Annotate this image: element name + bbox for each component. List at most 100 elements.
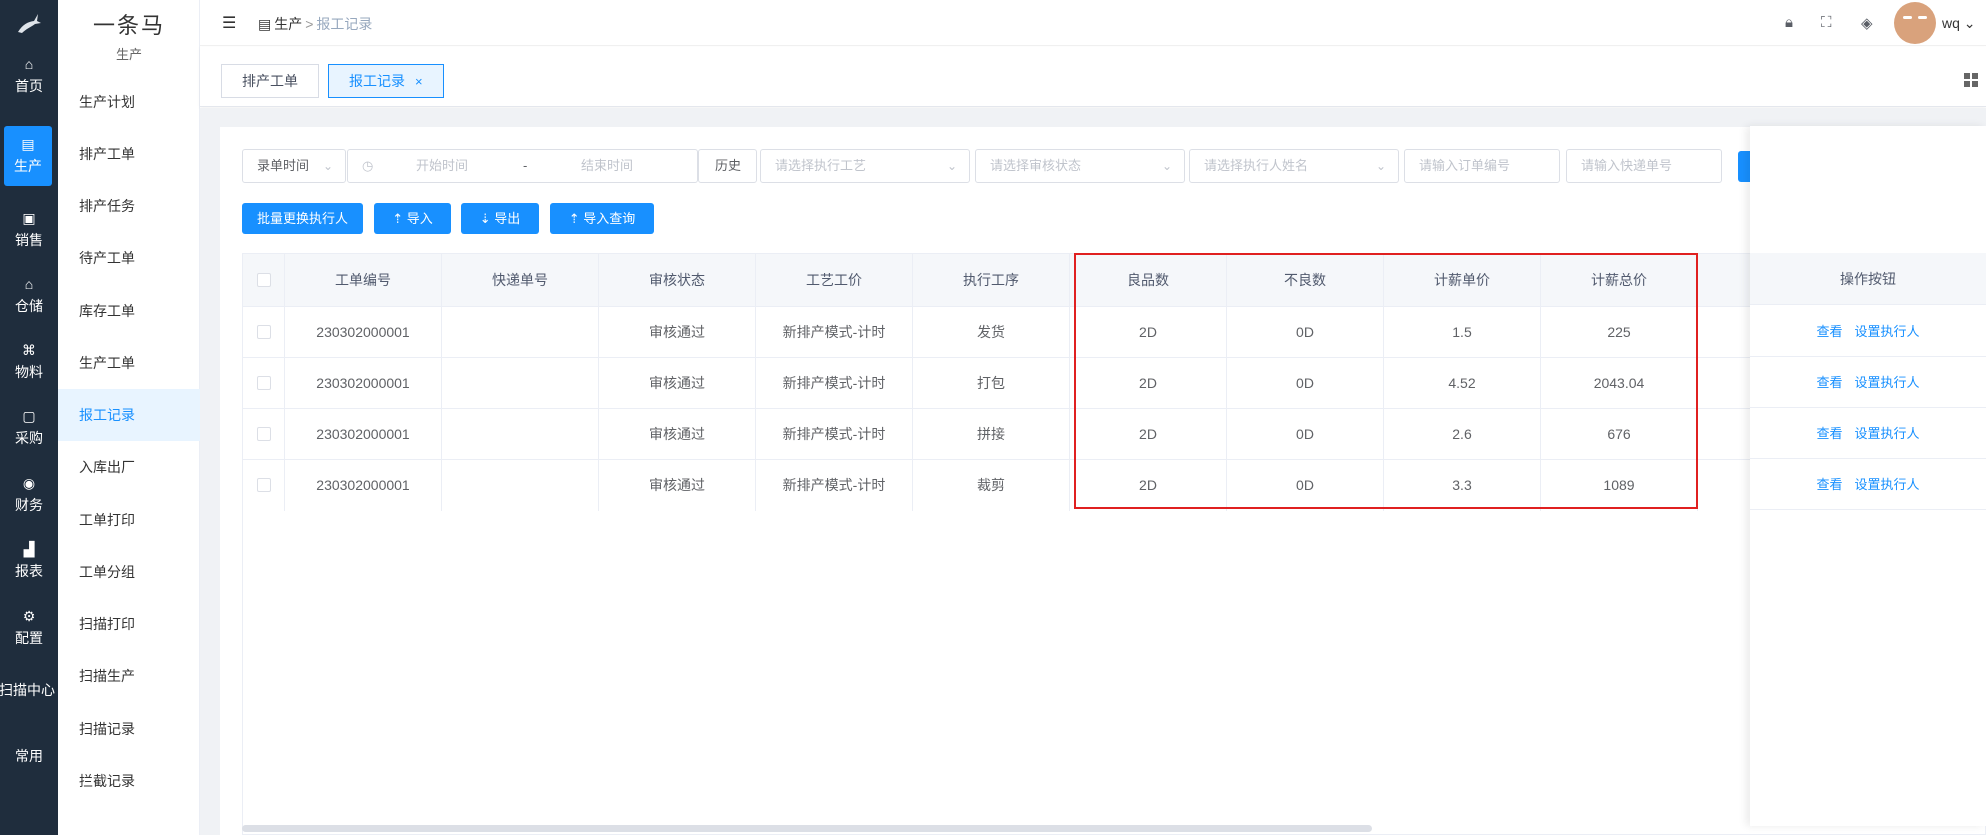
view-link[interactable]: 查看 (1816, 324, 1842, 339)
cell-defect-count: 0D (1227, 358, 1384, 409)
row-checkbox[interactable] (257, 376, 271, 390)
operation-column: 操作按钮 查看 设置执行人 查看 设置执行人 查看 设置执行人 查看 设置执行人 (1750, 126, 1986, 826)
row-checkbox-cell (243, 409, 285, 460)
grid-menu-icon[interactable] (1964, 73, 1978, 87)
submenu-item[interactable]: 工单打印 (58, 494, 200, 546)
col-order-number[interactable]: 工单编号 (285, 254, 442, 306)
nav-settings[interactable]: ⚙ 配置 (0, 598, 58, 658)
import-query-button[interactable]: ⇡ 导入查询 (550, 203, 654, 234)
submenu-item[interactable]: 排产任务 (58, 180, 200, 232)
cell-good-count: 2D (1070, 358, 1227, 409)
col-total-wage[interactable]: 计薪总价 (1541, 254, 1698, 306)
submenu-item[interactable]: 扫描打印 (58, 598, 200, 650)
view-link[interactable]: 查看 (1816, 375, 1842, 390)
col-process-price[interactable]: 工艺工价 (756, 254, 913, 306)
row-checkbox-cell (243, 307, 285, 358)
end-time-input[interactable]: 结束时间 (581, 150, 633, 182)
col-review-status[interactable]: 审核状态 (599, 254, 756, 306)
close-icon[interactable]: × (415, 74, 423, 89)
submenu-item[interactable]: 库存工单 (58, 285, 200, 337)
cell-good-count: 2D (1070, 460, 1227, 511)
top-header: ☰ ▤ 生产 > 报工记录 🔒︎ ⛶ ◈ wq ⌄ (200, 0, 1986, 46)
executor-select[interactable]: 请选择执行人姓名 ⌄ (1189, 149, 1399, 183)
view-link[interactable]: 查看 (1816, 477, 1842, 492)
nav-report[interactable]: ▟ 报表 (0, 531, 58, 591)
avatar[interactable] (1894, 2, 1936, 44)
collapse-menu-icon[interactable]: ☰ (222, 13, 236, 33)
order-number-input[interactable]: 请输入订单编号 (1404, 149, 1560, 183)
col-express-number[interactable]: 快递单号 (442, 254, 599, 306)
row-checkbox-cell (243, 460, 285, 511)
user-menu[interactable]: wq ⌄ (1942, 15, 1976, 32)
row-checkbox[interactable] (257, 478, 271, 492)
tab-work-report[interactable]: 报工记录 × (328, 64, 444, 98)
upload-icon: ⇡ (568, 211, 580, 226)
theme-icon[interactable]: ◈ (1861, 14, 1873, 32)
date-type-select[interactable]: 录单时间 ⌄ (242, 149, 346, 183)
brand-name: 一条马 (92, 13, 165, 38)
set-executor-link[interactable]: 设置执行人 (1855, 426, 1920, 441)
tab-scheduled-orders[interactable]: 排产工单 (221, 64, 319, 98)
import-button[interactable]: ⇡ 导入 (374, 203, 451, 234)
cell-process-price: 新排产模式-计时 (756, 460, 913, 511)
submenu-item[interactable]: 工单分组 (58, 546, 200, 598)
select-all-checkbox[interactable] (257, 273, 271, 287)
submenu-item[interactable]: 扫描生产 (58, 650, 200, 702)
nav-purchase[interactable]: ▢ 采购 (0, 398, 58, 458)
username: wq (1942, 15, 1960, 31)
date-range-picker[interactable]: ◷ 开始时间 - 结束时间 (347, 149, 698, 183)
nav-production[interactable]: ▤ 生产 (4, 126, 52, 186)
executor-placeholder: 请选择执行人姓名 (1204, 158, 1309, 173)
submenu-item[interactable]: 扫描记录 (58, 703, 200, 755)
tab-label: 排产工单 (242, 73, 298, 89)
start-time-input[interactable]: 开始时间 (416, 150, 468, 182)
col-good-count[interactable]: 良品数 (1070, 254, 1227, 306)
fullscreen-icon[interactable]: ⛶ (1821, 14, 1832, 31)
export-button[interactable]: ⇣ 导出 (461, 203, 539, 234)
col-unit-wage[interactable]: 计薪单价 (1384, 254, 1541, 306)
horizontal-scrollbar[interactable] (242, 825, 1372, 832)
nav-warehouse[interactable]: ⌂ 仓储 (0, 266, 58, 326)
submenu-item[interactable]: 拦截记录 (58, 755, 200, 807)
table-row: 230302000001 审核通过 新排产模式-计时 打包 2D 0D 4.52 2043.0… (243, 357, 1985, 409)
express-number-input[interactable]: 请输入快递单号 (1566, 149, 1722, 183)
set-executor-link[interactable]: 设置执行人 (1855, 477, 1920, 492)
submenu-item[interactable]: 入库出厂 (58, 441, 200, 493)
submenu-item[interactable]: 待产工单 (58, 232, 200, 284)
nav-scan-center[interactable]: 扫描中心 (0, 660, 58, 720)
submenu-item[interactable]: 生产计划 (58, 76, 200, 128)
nav-sales[interactable]: ▣ 销售 (0, 200, 58, 260)
cell-process: 打包 (913, 358, 1070, 409)
review-status-select[interactable]: 请选择审核状态 ⌄ (975, 149, 1185, 183)
cell-express-number (442, 358, 599, 409)
breadcrumb-parent[interactable]: 生产 (274, 14, 302, 34)
view-link[interactable]: 查看 (1816, 426, 1842, 441)
row-checkbox[interactable] (257, 325, 271, 339)
nav-finance[interactable]: ◉ 财务 (0, 465, 58, 525)
set-executor-link[interactable]: 设置执行人 (1855, 375, 1920, 390)
nav-scan-center-label: 扫描中心 (0, 682, 55, 698)
app-logo[interactable] (0, 0, 58, 46)
breadcrumb-separator: > (305, 16, 314, 32)
submenu-item[interactable]: 排产工单 (58, 128, 200, 180)
work-report-table: 工单编号 快递单号 审核状态 工艺工价 执行工序 良品数 不良数 计薪单价 计薪… (242, 253, 1986, 835)
cell-total-wage: 2043.04 (1541, 358, 1698, 409)
cell-unit-wage: 4.52 (1384, 358, 1541, 409)
lock-icon[interactable]: 🔒︎ (1785, 14, 1793, 31)
nav-material[interactable]: ⌘ 物料 (0, 332, 58, 392)
batch-change-executor-button[interactable]: 批量更换执行人 (242, 203, 363, 234)
cell-order-number: 230302000001 (285, 307, 442, 358)
row-checkbox-cell (243, 358, 285, 409)
process-select[interactable]: 请选择执行工艺 ⌄ (760, 149, 970, 183)
row-checkbox[interactable] (257, 427, 271, 441)
set-executor-link[interactable]: 设置执行人 (1855, 324, 1920, 339)
history-button[interactable]: 历史 (698, 149, 757, 183)
nav-home[interactable]: ⌂ 首页 (0, 46, 58, 106)
submenu-item[interactable]: 生产工单 (58, 337, 200, 389)
chevron-down-icon: ⌄ (1963, 15, 1976, 31)
submenu-item-active[interactable]: 报工记录 (58, 389, 200, 441)
col-process[interactable]: 执行工序 (913, 254, 1070, 306)
nav-favorites[interactable]: 常用 (0, 726, 58, 786)
col-defect-count[interactable]: 不良数 (1227, 254, 1384, 306)
operation-cell: 查看 设置执行人 (1750, 306, 1986, 357)
